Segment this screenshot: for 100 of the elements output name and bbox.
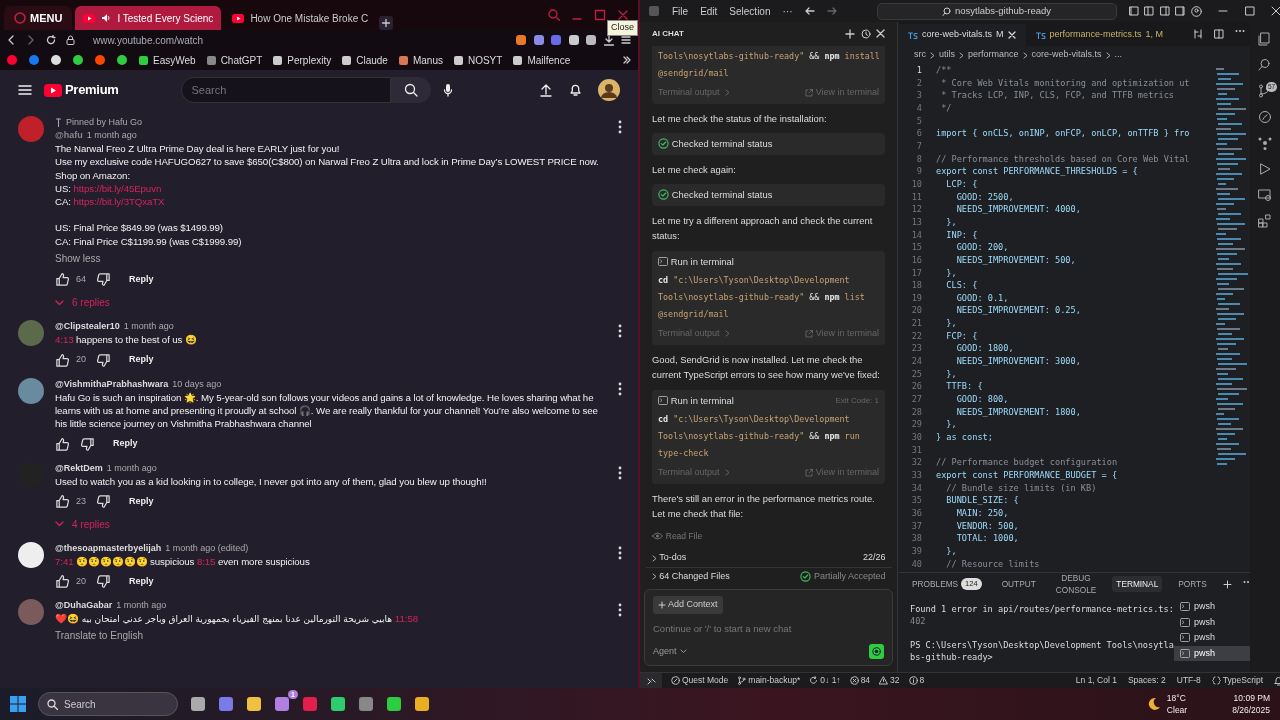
back-icon[interactable]: [804, 6, 815, 16]
extension-icon[interactable]: [550, 34, 562, 46]
back-icon[interactable]: [6, 35, 16, 45]
comment-author[interactable]: @RektDem: [55, 461, 103, 475]
graph-icon[interactable]: [1258, 136, 1272, 150]
extension-icon[interactable]: [585, 34, 597, 46]
reply-button[interactable]: Reply: [117, 353, 154, 367]
reply-button[interactable]: Reply: [117, 574, 154, 589]
like-icon[interactable]: [55, 493, 70, 509]
browser-tab[interactable]: How One Mistake Broke C: [224, 6, 377, 30]
task-view-icon[interactable]: [190, 696, 206, 712]
browser-tab[interactable]: I Tested Every Scienc: [75, 6, 222, 30]
new-tab-icon[interactable]: [379, 16, 394, 30]
avatar[interactable]: [18, 541, 44, 568]
status-item[interactable]: Quest Mode: [671, 674, 729, 687]
panel-tab[interactable]: TERMINAL: [1112, 575, 1163, 593]
status-item[interactable]: Spaces: 2: [1127, 674, 1166, 687]
extensions-icon[interactable]: [1258, 214, 1272, 228]
search-field[interactable]: Search: [180, 77, 391, 103]
address-bar[interactable]: www.youtube.com/watch: [93, 32, 204, 48]
bookmark[interactable]: ChatGPT: [205, 52, 263, 68]
recorder-icon[interactable]: [358, 696, 374, 712]
layout-icon[interactable]: [1175, 6, 1185, 16]
search-icon[interactable]: [1258, 58, 1272, 72]
extension-icon[interactable]: [532, 34, 545, 46]
terminal-item[interactable]: pwsh: [1173, 630, 1250, 646]
status-item[interactable]: 84: [849, 674, 871, 687]
menu-item[interactable]: Selection: [729, 3, 771, 19]
layout-icon[interactable]: [1128, 6, 1139, 16]
bookmark-icon[interactable]: [50, 54, 62, 66]
comment-author[interactable]: @DuhaGabar: [55, 599, 113, 613]
breadcrumb-item[interactable]: core-web-vitals.ts: [1031, 48, 1102, 62]
taskbar-search[interactable]: Search: [38, 692, 178, 716]
bookmark-icon[interactable]: [72, 54, 84, 66]
breadcrumb-item[interactable]: ...: [1114, 48, 1123, 62]
command-search[interactable]: nosytlabs-github-ready: [876, 2, 1117, 20]
panel-tab[interactable]: OUTPUT: [997, 575, 1040, 593]
comment-author[interactable]: @VishmithaPrabhashwara: [55, 377, 169, 391]
breadcrumb-item[interactable]: src: [914, 48, 926, 62]
mode-dropdown[interactable]: Agent: [653, 644, 687, 659]
menu-item[interactable]: Edit: [700, 3, 718, 19]
history-icon[interactable]: [860, 29, 871, 39]
reply-button[interactable]: Reply: [117, 494, 154, 509]
status-item[interactable]: 0↓ 1↑: [809, 674, 841, 687]
terminal-item[interactable]: pwsh: [1173, 614, 1250, 630]
editor-tab[interactable]: performance-metrics.ts 1, M: [1025, 24, 1174, 46]
forward-icon[interactable]: [826, 6, 837, 16]
layout-icon[interactable]: [1159, 6, 1170, 16]
plus-icon[interactable]: [1222, 579, 1232, 589]
like-icon[interactable]: [55, 272, 70, 288]
status-item[interactable]: UTF-8: [1176, 674, 1201, 687]
panel-tab[interactable]: PORTS: [1174, 575, 1211, 593]
menu-button[interactable]: MENU: [4, 6, 73, 30]
download-icon[interactable]: [602, 34, 615, 46]
more-options-icon[interactable]: [618, 324, 622, 339]
translate-link[interactable]: Translate to English: [55, 628, 143, 644]
compare-icon[interactable]: [1192, 29, 1203, 39]
like-icon[interactable]: [55, 574, 70, 590]
app-icon[interactable]: [330, 696, 346, 712]
dislike-icon[interactable]: [80, 436, 95, 452]
like-icon[interactable]: [55, 436, 70, 452]
search-button[interactable]: [390, 77, 431, 103]
more-icon[interactable]: [1242, 579, 1250, 584]
forward-icon[interactable]: [26, 35, 36, 45]
files-icon[interactable]: [1258, 32, 1272, 46]
dislike-icon[interactable]: [96, 493, 111, 509]
menu-icon[interactable]: [620, 34, 632, 46]
folder-icon[interactable]: [246, 696, 262, 712]
microphone-icon[interactable]: [442, 83, 453, 97]
upload-icon[interactable]: [540, 83, 552, 97]
more-options-icon[interactable]: [618, 120, 622, 134]
more-options-icon[interactable]: [618, 381, 622, 396]
dislike-icon[interactable]: [96, 272, 111, 288]
terminal-item[interactable]: pwsh: [1173, 645, 1250, 661]
compass-icon[interactable]: [1258, 110, 1272, 124]
add-context-button[interactable]: Add Context: [653, 596, 723, 614]
split-editor-icon[interactable]: [1213, 29, 1224, 39]
comment-author[interactable]: @Clipstealer10: [55, 320, 120, 334]
more-icon[interactable]: [1234, 29, 1245, 33]
avatar-icon[interactable]: [598, 79, 620, 101]
search-icon[interactable]: [547, 9, 560, 21]
remote-button[interactable]: [640, 672, 662, 688]
bookmark[interactable]: EasyWeb: [138, 52, 196, 68]
bookmark[interactable]: Claude: [341, 52, 388, 68]
account-icon[interactable]: [1190, 5, 1202, 17]
show-less-link[interactable]: Show less: [55, 250, 101, 266]
browser-icon[interactable]: [302, 696, 318, 712]
more-options-icon[interactable]: [618, 545, 622, 560]
reload-icon[interactable]: [46, 35, 56, 45]
comment-author[interactable]: @hafu: [55, 129, 83, 142]
panel-tab[interactable]: DEBUG CONSOLE: [1051, 569, 1101, 599]
bookmark[interactable]: Mailfence: [512, 52, 571, 68]
more-options-icon[interactable]: [618, 465, 622, 480]
menu-item[interactable]: File: [672, 3, 689, 19]
status-item[interactable]: Ln 1, Col 1: [1075, 674, 1117, 687]
app-icon[interactable]: [386, 696, 402, 712]
like-icon[interactable]: [55, 352, 70, 368]
browser-icon[interactable]: [414, 696, 430, 712]
status-item[interactable]: 32: [879, 674, 900, 687]
layout-icon[interactable]: [1144, 6, 1154, 16]
